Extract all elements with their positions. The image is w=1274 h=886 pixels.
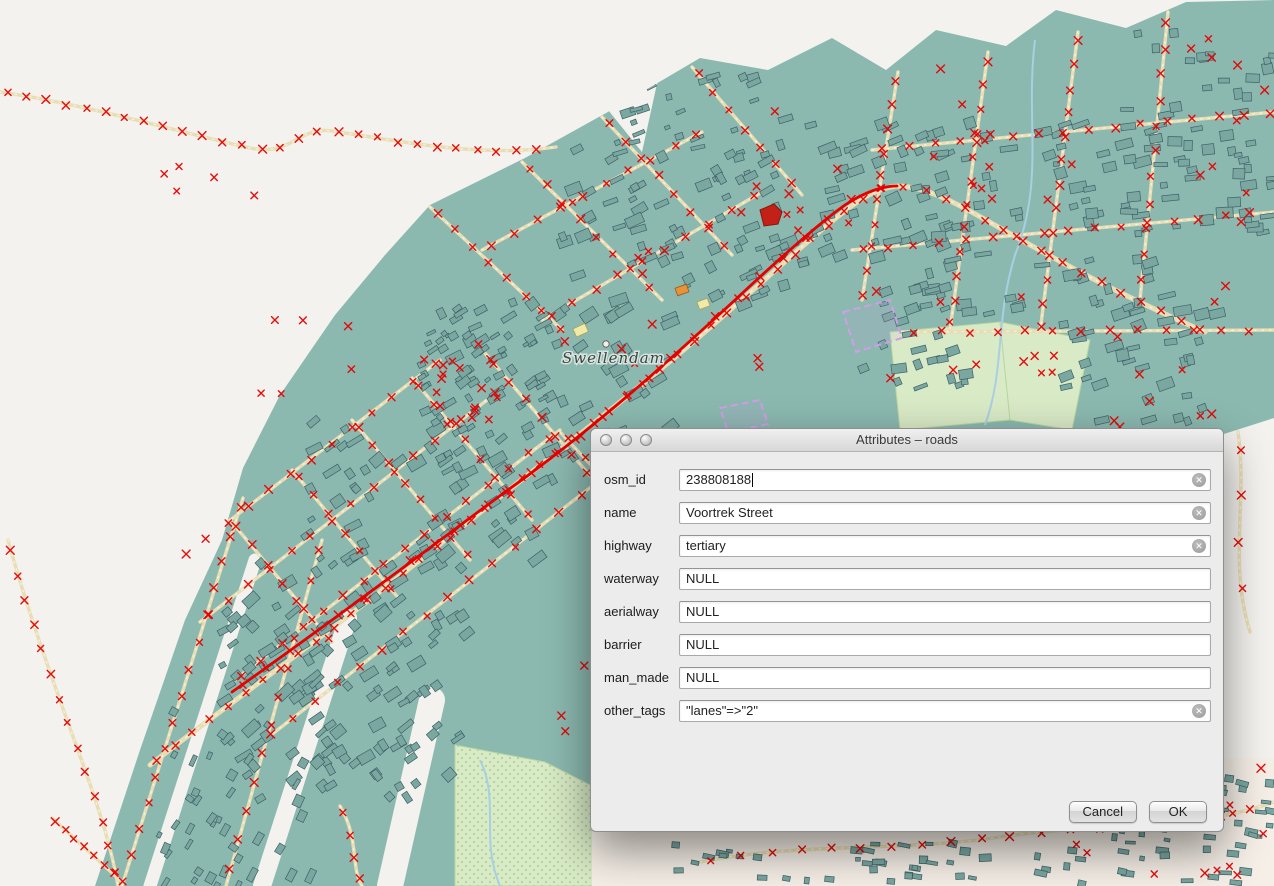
field-row-man-made: man_made NULL ✕ [604,661,1211,694]
attributes-form: osm_id 238808188 ✕ name Voortrek Street … [591,452,1223,727]
field-row-other-tags: other_tags "lanes"=>"2" ✕ [604,694,1211,727]
dialog-buttons: Cancel OK [1069,801,1207,823]
name-input[interactable]: Voortrek Street ✕ [679,502,1211,524]
man-made-value: NULL [686,670,719,685]
attributes-dialog: Attributes – roads osm_id 238808188 ✕ na… [590,428,1224,832]
place-label: Swellendam [562,349,665,367]
field-label-barrier: barrier [604,637,679,652]
field-label-highway: highway [604,538,679,553]
waterway-input[interactable]: NULL ✕ [679,568,1211,590]
field-row-aerialway: aerialway NULL ✕ [604,595,1211,628]
field-label-aerialway: aerialway [604,604,679,619]
field-label-waterway: waterway [604,571,679,586]
field-row-name: name Voortrek Street ✕ [604,496,1211,529]
dialog-title: Attributes – roads [856,432,958,447]
field-label-osm-id: osm_id [604,472,679,487]
clear-icon[interactable]: ✕ [1192,704,1206,718]
name-value: Voortrek Street [686,505,773,520]
clear-icon[interactable]: ✕ [1192,539,1206,553]
clear-icon[interactable]: ✕ [1192,473,1206,487]
barrier-input[interactable]: NULL ✕ [679,634,1211,656]
osm-id-input[interactable]: 238808188 ✕ [679,469,1211,491]
other-tags-input[interactable]: "lanes"=>"2" ✕ [679,700,1211,722]
highway-value: tertiary [686,538,726,553]
field-label-other-tags: other_tags [604,703,679,718]
highway-input[interactable]: tertiary ✕ [679,535,1211,557]
field-label-man-made: man_made [604,670,679,685]
osm-id-value: 238808188 [686,472,751,487]
field-row-barrier: barrier NULL ✕ [604,628,1211,661]
screen: Swellendam Attributes – roads osm_id 238… [0,0,1274,886]
zoom-button[interactable] [640,434,652,446]
clear-icon[interactable]: ✕ [1192,506,1206,520]
dialog-titlebar[interactable]: Attributes – roads [591,429,1223,452]
field-row-highway: highway tertiary ✕ [604,529,1211,562]
ok-button[interactable]: OK [1149,801,1207,823]
minimize-button[interactable] [620,434,632,446]
field-label-name: name [604,505,679,520]
text-caret [752,473,753,487]
man-made-input[interactable]: NULL ✕ [679,667,1211,689]
waterway-value: NULL [686,571,719,586]
close-button[interactable] [600,434,612,446]
cancel-button[interactable]: Cancel [1069,801,1137,823]
field-row-waterway: waterway NULL ✕ [604,562,1211,595]
place-marker-icon [603,341,609,347]
aerialway-value: NULL [686,604,719,619]
field-row-osm-id: osm_id 238808188 ✕ [604,463,1211,496]
aerialway-input[interactable]: NULL ✕ [679,601,1211,623]
other-tags-value: "lanes"=>"2" [686,703,758,718]
barrier-value: NULL [686,637,719,652]
